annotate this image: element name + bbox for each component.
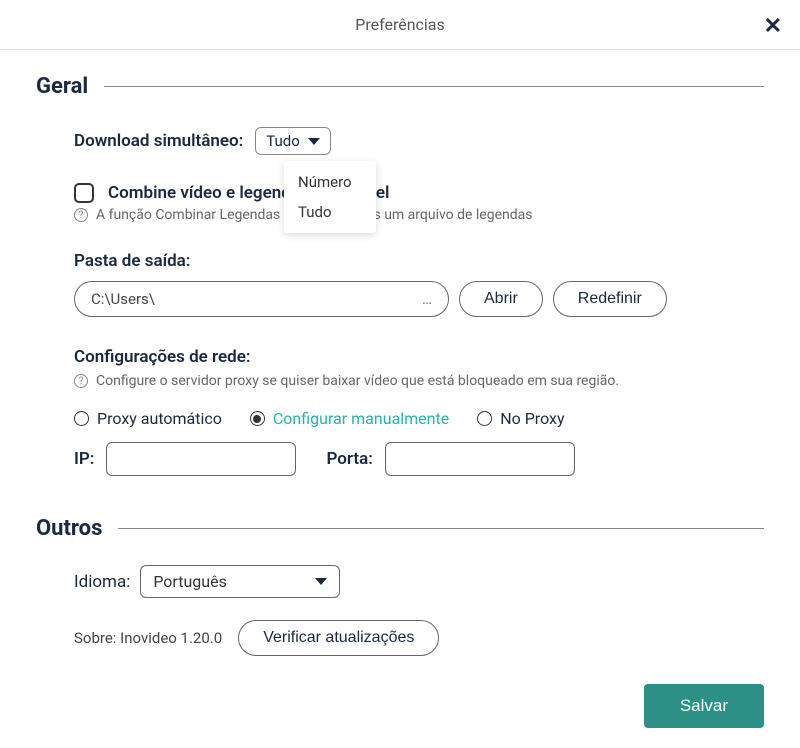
divider: [104, 86, 764, 87]
open-button[interactable]: Abrir: [459, 281, 543, 317]
check-updates-button[interactable]: Verificar atualizações: [238, 620, 439, 656]
about-row: Sobre: Inovideo 1.20.0 Verificar atualiz…: [74, 620, 764, 656]
proxy-none-radio-group[interactable]: No Proxy: [477, 409, 564, 428]
network-help-row: ? Configure o servidor proxy se quiser b…: [74, 373, 764, 389]
combine-row: Combine vídeo e legenda se possível: [74, 183, 764, 203]
radio-icon: [250, 411, 265, 426]
port-label: Porta:: [326, 449, 372, 469]
dialog-title: Preferências: [355, 15, 445, 34]
dialog-content: Geral Download simultâneo: Tudo Número T…: [0, 50, 800, 656]
simultaneous-download-select[interactable]: Tudo: [255, 127, 331, 155]
combine-checkbox[interactable]: [74, 183, 94, 203]
proxy-manual-radio-group[interactable]: Configurar manualmente: [250, 409, 449, 428]
language-label: Idioma:: [74, 572, 130, 592]
ip-input[interactable]: [106, 442, 296, 476]
radio-icon: [477, 411, 492, 426]
simultaneous-download-dropdown: Número Tudo: [284, 161, 376, 233]
chevron-down-icon: [308, 138, 320, 145]
ip-label: IP:: [74, 449, 94, 469]
output-folder-label: Pasta de saída:: [74, 251, 190, 271]
proxy-none-label: No Proxy: [500, 409, 564, 428]
port-input[interactable]: [385, 442, 575, 476]
proxy-manual-label: Configurar manualmente: [273, 409, 449, 428]
others-body: Idioma: Português Sobre: Inovideo 1.20.0…: [36, 565, 764, 656]
ip-port-row: IP: Porta:: [74, 442, 764, 476]
section-others-title: Outros: [36, 516, 102, 541]
dropdown-item-numero[interactable]: Número: [284, 167, 376, 197]
proxy-auto-label: Proxy automático: [97, 409, 222, 428]
combine-help-row: ? A função Combinar Legendas suporta ape…: [74, 207, 764, 223]
browse-icon[interactable]: …: [422, 290, 432, 308]
dialog-header: Preferências ✕: [0, 0, 800, 50]
output-folder-value: C:\Users\: [91, 290, 155, 308]
output-folder-label-row: Pasta de saída:: [74, 251, 764, 271]
close-icon[interactable]: ✕: [764, 14, 782, 39]
language-select[interactable]: Português: [140, 565, 340, 598]
language-value: Português: [153, 572, 227, 591]
divider: [118, 528, 764, 529]
general-body: Download simultâneo: Tudo Número Tudo Co…: [36, 127, 764, 476]
help-icon: ?: [74, 374, 88, 388]
save-button[interactable]: Salvar: [644, 684, 764, 728]
simultaneous-download-label: Download simultâneo:: [74, 131, 243, 151]
radio-icon: [74, 411, 89, 426]
network-help-text: Configure o servidor proxy se quiser bai…: [96, 373, 619, 389]
output-folder-input[interactable]: C:\Users\ …: [74, 281, 449, 317]
about-text: Sobre: Inovideo 1.20.0: [74, 629, 222, 647]
section-general-header: Geral: [36, 74, 764, 99]
help-icon: ?: [74, 208, 88, 222]
network-label: Configurações de rede:: [74, 347, 251, 367]
section-general-title: Geral: [36, 74, 88, 99]
chevron-down-icon: [315, 578, 327, 585]
dropdown-item-tudo[interactable]: Tudo: [284, 197, 376, 227]
simultaneous-download-row: Download simultâneo: Tudo Número Tudo: [74, 127, 764, 155]
network-label-row: Configurações de rede:: [74, 347, 764, 367]
simultaneous-download-value: Tudo: [266, 132, 300, 150]
proxy-auto-radio-group[interactable]: Proxy automático: [74, 409, 222, 428]
proxy-radio-row: Proxy automático Configurar manualmente …: [74, 409, 764, 428]
language-row: Idioma: Português: [74, 565, 764, 598]
output-folder-row: C:\Users\ … Abrir Redefinir: [74, 281, 764, 317]
reset-button[interactable]: Redefinir: [553, 281, 667, 317]
section-others-header: Outros: [36, 516, 764, 541]
